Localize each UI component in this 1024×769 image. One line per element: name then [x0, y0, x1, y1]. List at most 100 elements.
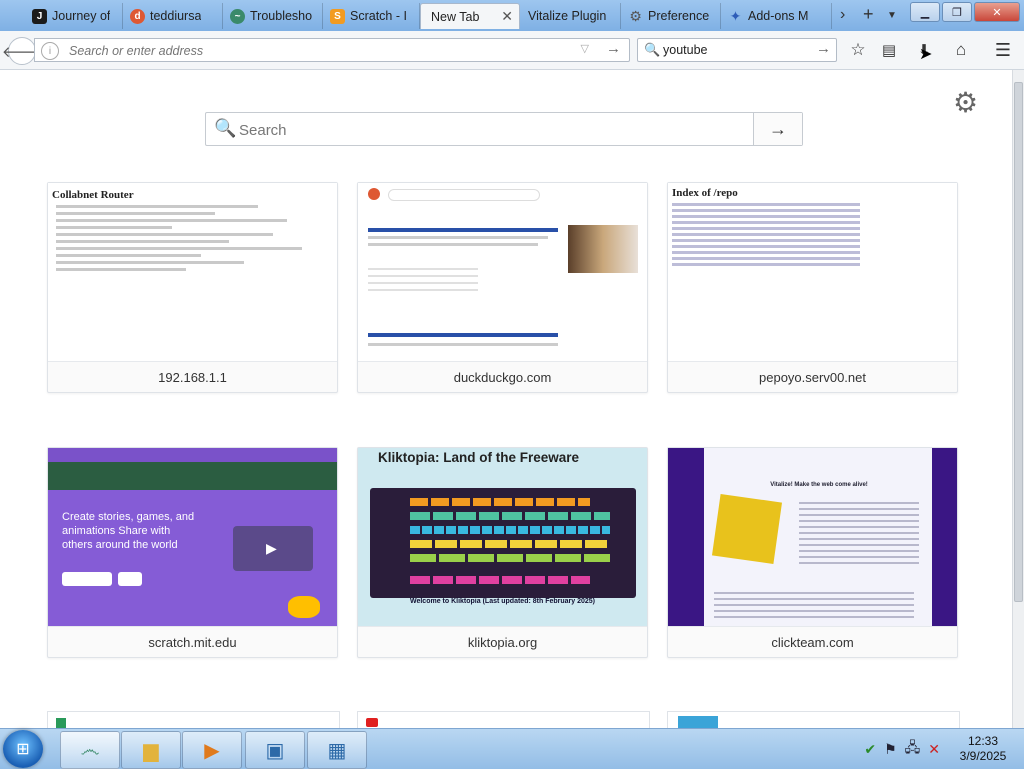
taskbar-app-explorer[interactable]: ▆ [121, 731, 181, 769]
search-value[interactable]: youtube [663, 43, 707, 57]
mouse-cursor-icon: ➤ [919, 46, 933, 63]
youtube-icon [366, 718, 378, 727]
thumb-button [118, 572, 142, 586]
tab-scroll-right-icon[interactable]: › [840, 6, 845, 24]
new-tab-plus-icon[interactable]: + [863, 4, 874, 25]
thumb-row [672, 203, 860, 206]
network-icon[interactable]: 🖧 [905, 737, 921, 761]
newtab-search-go-button[interactable]: → [753, 113, 802, 145]
search-icon: 🔍 [214, 118, 237, 138]
back-button[interactable]: 🡐 [2, 37, 42, 65]
bookmark-star-icon[interactable]: ☆ [847, 39, 869, 61]
tab-vitalize[interactable]: Vitalize Plugin [522, 3, 621, 29]
site-info-icon[interactable]: i [41, 42, 59, 60]
address-input[interactable] [67, 41, 581, 61]
tab-label: Vitalize Plugin [528, 9, 607, 23]
scrollbar-thumb[interactable] [1014, 82, 1023, 602]
security-icon[interactable]: ✔ [864, 741, 876, 758]
newtab-search-placeholder: Search [239, 122, 287, 139]
top-site-tile-kliktopia[interactable]: Kliktopia: Land of the Freeware Welcome … [357, 447, 648, 658]
search-bar[interactable]: 🔍 youtube → [637, 38, 837, 62]
top-site-tile-duckduckgo[interactable]: duckduckgo.com [357, 182, 648, 393]
tab-troubleshoot[interactable]: ~ Troublesho [224, 3, 323, 29]
taskbar-clock[interactable]: 12:33 3/9/2025 [948, 734, 1018, 764]
taskbar-app-remote[interactable]: ▦ [307, 731, 367, 769]
top-site-tile-pepoyo[interactable]: Index of /repo pepoyo.serv00.net [667, 182, 958, 393]
tab-addons[interactable]: ✦ Add-ons M [722, 3, 832, 29]
thumb-line [368, 343, 558, 346]
thumb-title: Index of /repo [672, 187, 738, 199]
media-player-icon: ▶ [204, 739, 220, 762]
home-icon[interactable]: ⌂ [950, 39, 972, 61]
thumb-line [56, 226, 172, 229]
clock-time: 12:33 [967, 734, 999, 748]
top-site-tile-partial-1[interactable] [47, 711, 340, 729]
menu-hamburger-icon[interactable]: ☰ [992, 39, 1014, 61]
thumb-heading: Vitalize! Make the web come alive! [770, 482, 868, 488]
thumb-shape [288, 596, 320, 618]
thumb-row [410, 540, 610, 548]
minimize-button[interactable]: ▁ [910, 2, 940, 22]
taskbar-app-images[interactable]: ▣ [245, 731, 305, 769]
newtab-search-box[interactable]: 🔍 Search → [205, 112, 803, 146]
action-center-flag-icon[interactable]: ⚑ [884, 741, 897, 758]
top-site-tile-scratch[interactable]: Create stories, games, and animations Sh… [47, 447, 338, 658]
tab-new-tab[interactable]: New Tab ✕ [420, 3, 520, 29]
tile-thumbnail: Vitalize! Make the web come alive! [668, 448, 957, 626]
navigation-toolbar: 🡐 i ▽ → 🔍 youtube → ☆ ▤ ⬇ ⌂ ☰ [0, 31, 1024, 70]
top-site-tile-partial-3[interactable] [667, 711, 960, 729]
thumb-line [56, 261, 244, 264]
tab-preferences[interactable]: ⚙ Preference [622, 3, 721, 29]
taskbar-app-media[interactable]: ▶ [182, 731, 242, 769]
thumb-line [56, 205, 259, 208]
restore-button[interactable]: ❐ [942, 2, 972, 22]
thumb-block [368, 263, 478, 293]
volume-muted-icon[interactable]: ✕ [928, 741, 940, 758]
newtab-settings-gear-icon[interactable]: ⚙ [953, 86, 978, 119]
tile-label: 192.168.1.1 [48, 361, 337, 394]
thumb-line [56, 254, 201, 257]
history-dropdown-icon[interactable]: ▽ [581, 42, 589, 55]
taskbar-app-browser[interactable]: ෴ [60, 731, 120, 769]
thumb-line [56, 233, 273, 236]
thumb-title: Collabnet Router [52, 189, 134, 201]
tab-strip: J Journey of d teddiursa ~ Troublesho S … [0, 0, 1024, 31]
thumb-banner [48, 462, 337, 490]
thumb-row [410, 512, 610, 520]
tab-teddiursa[interactable]: d teddiursa [124, 3, 223, 29]
tile-label: duckduckgo.com [358, 361, 647, 394]
thumb-line [368, 243, 538, 246]
top-site-tile-partial-2[interactable] [357, 711, 650, 729]
tab-scratch[interactable]: S Scratch - I [324, 3, 420, 29]
search-go-arrow-icon[interactable]: → [816, 40, 831, 57]
address-bar[interactable]: i ▽ → [34, 38, 630, 62]
tab-label: Journey of [52, 9, 111, 23]
thumb-line [368, 236, 548, 239]
tile-thumbnail: Kliktopia: Land of the Freeware Welcome … [358, 448, 647, 626]
page-scrollbar[interactable] [1012, 70, 1024, 728]
start-button[interactable]: ⊞ [3, 730, 43, 768]
close-icon[interactable]: ✕ [501, 8, 513, 25]
thumb-row [672, 263, 860, 266]
troubleshoot-icon: ~ [230, 8, 245, 24]
close-window-button[interactable]: ✕ [974, 2, 1020, 22]
tab-list-chevron-down-icon[interactable]: ▼ [887, 10, 897, 21]
tile-label: scratch.mit.edu [48, 626, 337, 659]
search-icon: 🔍 [644, 42, 661, 57]
duckduckgo-icon [368, 188, 380, 200]
tab-label: Add-ons M [748, 9, 809, 23]
folder-icon: ▆ [143, 739, 159, 762]
go-arrow-icon[interactable]: → [606, 40, 621, 57]
thumb-welcome: Welcome to Kliktopia (Last updated: 8th … [409, 598, 596, 605]
vitalize-logo-icon [711, 493, 783, 565]
tab-journey[interactable]: J Journey of [26, 3, 123, 29]
thumb-row [672, 227, 860, 230]
top-site-tile-clickteam[interactable]: Vitalize! Make the web come alive! click… [667, 447, 958, 658]
reading-list-icon[interactable]: ▤ [878, 39, 900, 61]
thumb-favicon [56, 718, 66, 728]
clock-date: 3/9/2025 [959, 749, 1007, 763]
tab-label: Preference [648, 9, 710, 23]
top-site-tile-router[interactable]: Collabnet Router 192.168.1.1 [47, 182, 338, 393]
thumb-row [672, 221, 860, 224]
thumb-text [714, 588, 914, 618]
